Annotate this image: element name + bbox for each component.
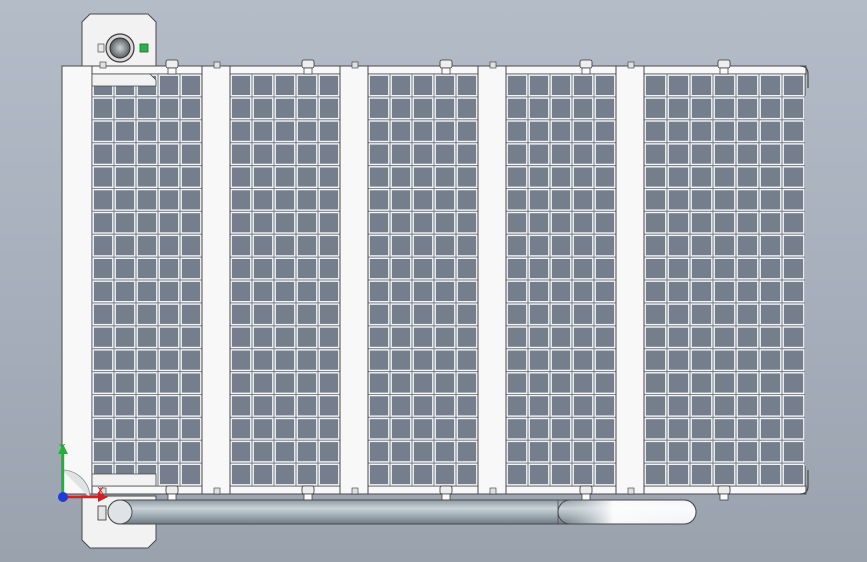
top-rail-bolt [717,59,731,69]
corner-plate-bottom [91,473,157,487]
rail-clip [351,487,359,495]
top-rail-bolt [165,59,179,69]
bottom-rail-bolt [439,485,453,495]
return-roller-pipe[interactable] [107,499,697,525]
bolt-washer [303,67,313,75]
rail-clip [213,487,221,495]
corner-plate-top [91,73,157,87]
motor-mount-bracket-top[interactable] [81,13,157,67]
bottom-rail-bolt [579,485,593,495]
separator-bar-1[interactable] [201,65,231,495]
bolt-washer [719,67,729,75]
x-axis-label: X [97,486,104,497]
separator-bar-3[interactable] [477,65,507,495]
bottom-rail-bolt [717,485,731,495]
mesh-belt[interactable] [91,65,805,495]
rail-clip [489,487,497,495]
bolt-washer [441,67,451,75]
mesh-background [92,74,805,486]
3d-viewport[interactable]: X Y [0,0,867,562]
rail-clip [213,61,221,69]
rail-clip [351,61,359,69]
bolt-washer [167,493,177,501]
bottom-rail-bolt [301,485,315,495]
rail-clip [489,61,497,69]
top-rail-bolt [439,59,453,69]
top-rail-bolt [579,59,593,69]
z-axis-dot [58,492,68,502]
y-axis-label: Y [58,443,66,454]
separator-bar-2[interactable] [339,65,369,495]
top-rail-bolt [301,59,315,69]
bolt-washer [167,67,177,75]
bolt-washer [719,493,729,501]
rail-clip [99,61,107,69]
cad-model-view[interactable]: X Y [0,0,867,562]
bolt-washer [441,493,451,501]
bottom-rail-bolt [165,485,179,495]
bolt-washer [581,493,591,501]
rail-clip [627,487,635,495]
bolt-washer [303,493,313,501]
separator-bar-4[interactable] [615,65,645,495]
rail-clip [627,61,635,69]
bolt-washer [581,67,591,75]
